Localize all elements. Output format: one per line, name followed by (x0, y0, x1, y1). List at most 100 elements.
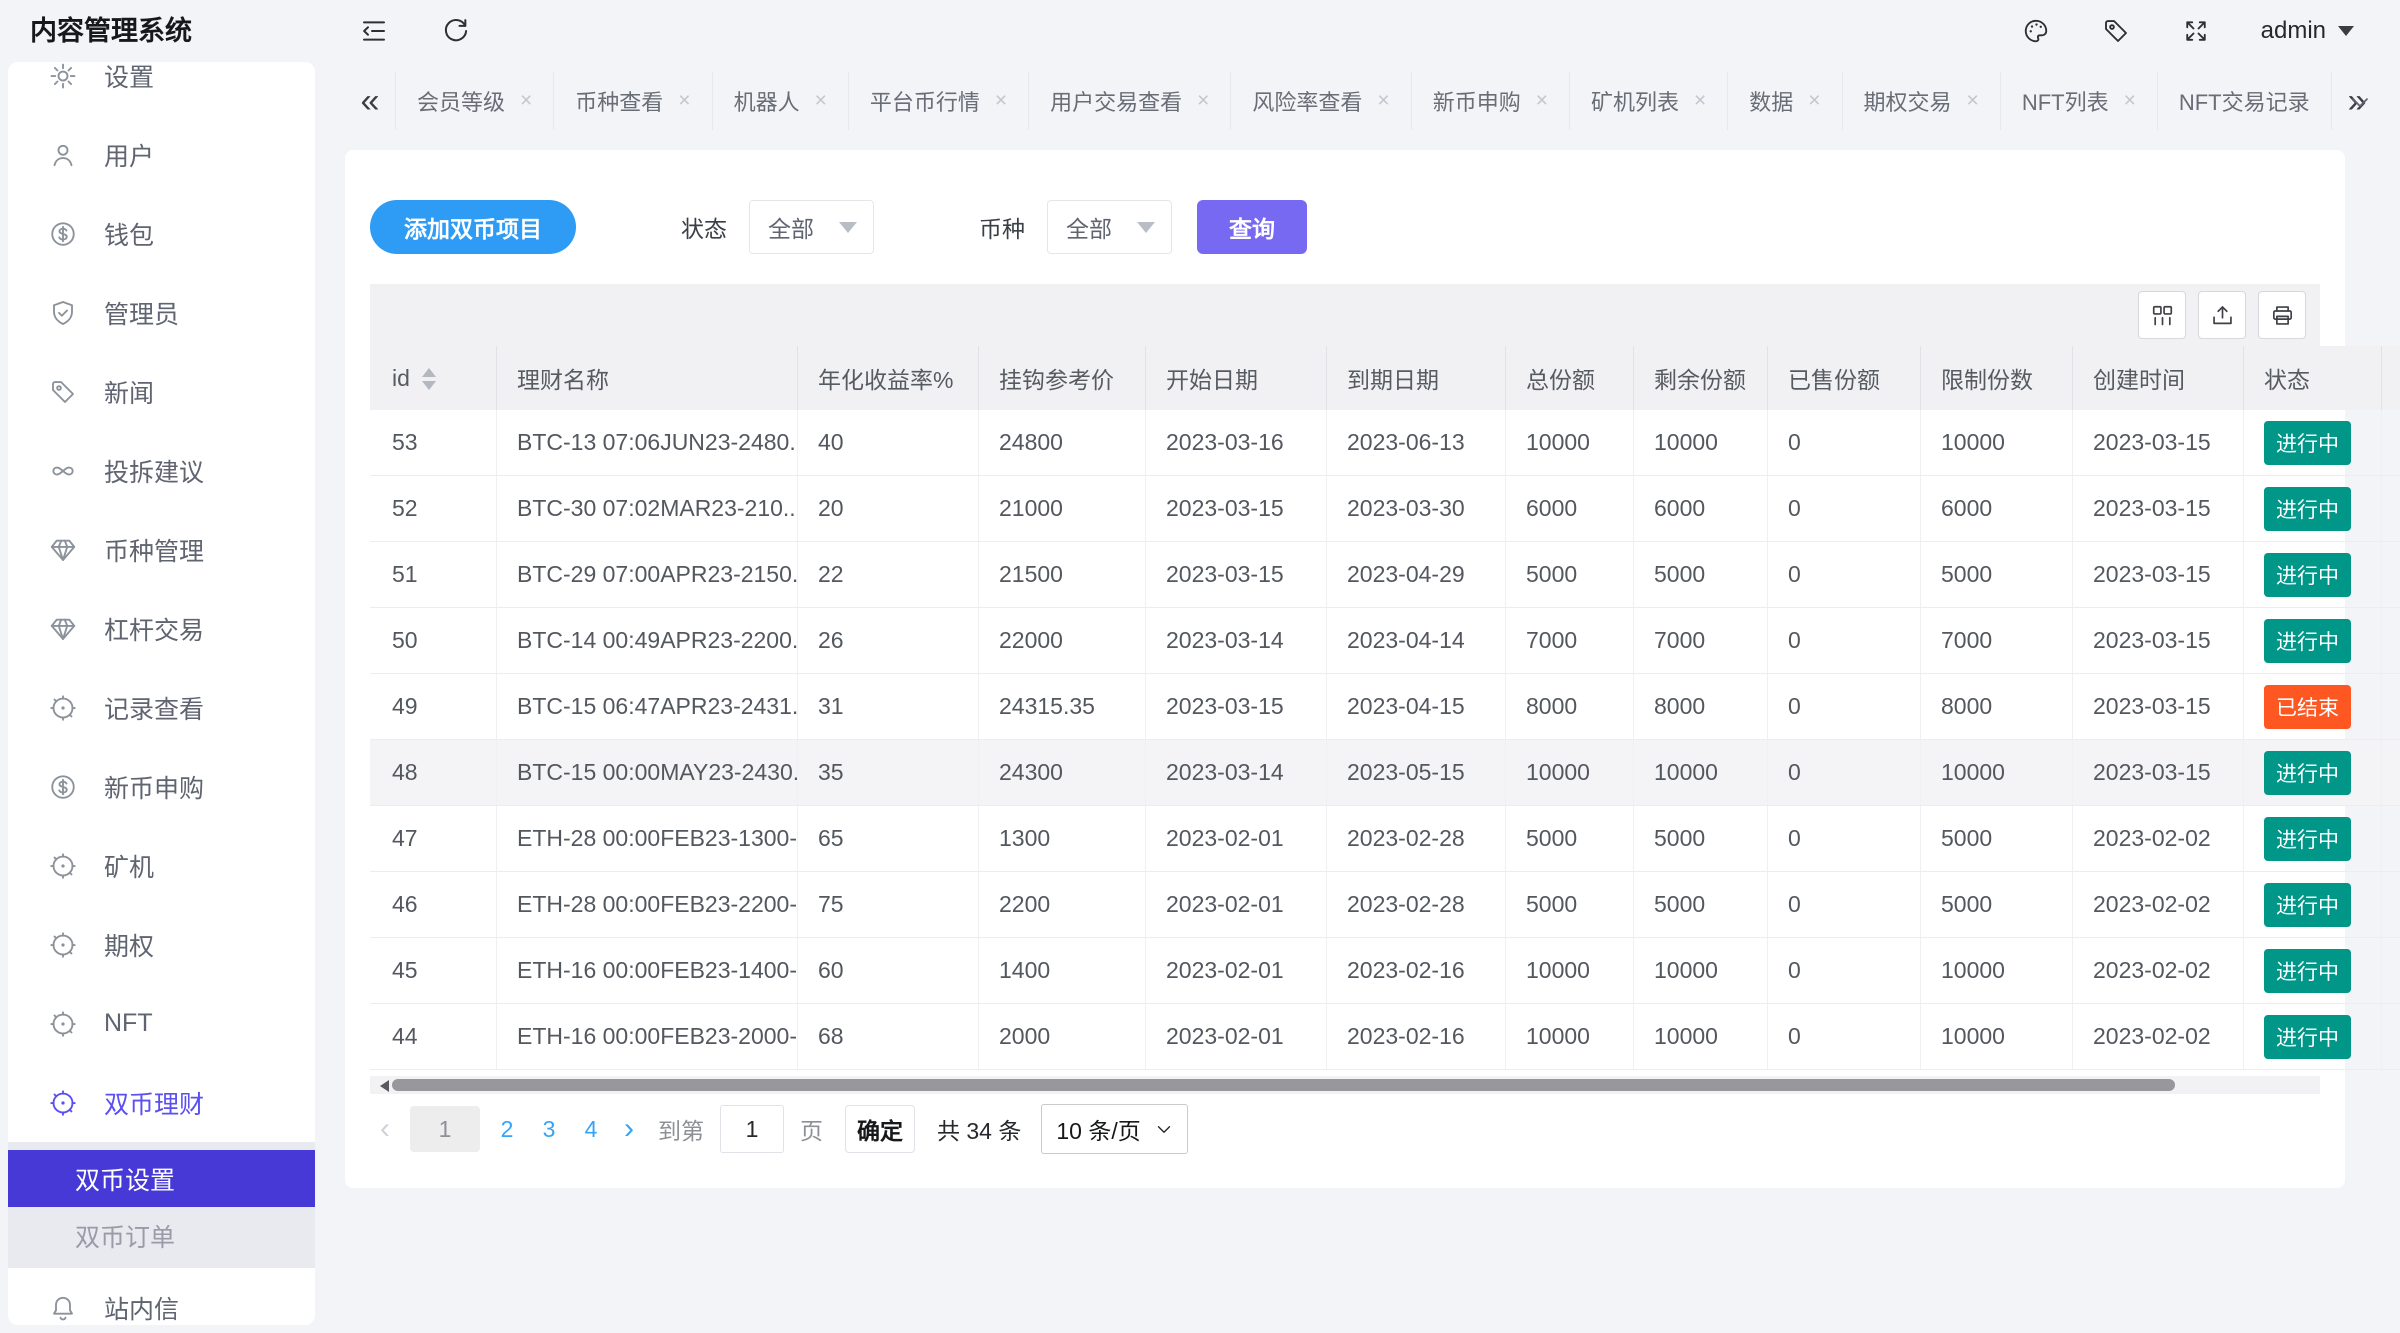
tabs-menu-chevron-icon[interactable] (2346, 88, 2374, 116)
close-icon[interactable]: × (1694, 89, 1706, 113)
page: 内容管理系统 admin 设置用户钱包管理员新闻投拆建议币种管理杠杆交易记录查看… (0, 0, 2400, 1333)
close-icon[interactable]: × (995, 89, 1007, 113)
sidebar-item-投拆建议[interactable]: 投拆建议 (8, 431, 315, 510)
tab[interactable]: 机器人× (713, 72, 849, 130)
sidebar-item-钱包[interactable]: 钱包 (8, 194, 315, 273)
coin-select[interactable]: 全部 (1047, 200, 1172, 254)
sidebar-item-设置[interactable]: 设置 (8, 62, 315, 115)
tag-icon (48, 377, 78, 407)
sidebar-item-用户[interactable]: 用户 (8, 115, 315, 194)
tab[interactable]: 风险率查看× (1231, 72, 1411, 130)
fullscreen-icon[interactable] (2181, 16, 2211, 46)
sidebar-item-双币理财[interactable]: 双币理财 (8, 1063, 315, 1142)
sidebar-item-期权[interactable]: 期权 (8, 905, 315, 984)
cell-end: 2023-04-15 (1327, 674, 1506, 740)
close-icon[interactable]: × (815, 89, 827, 113)
tabs-scroll-left-icon[interactable]: « (345, 82, 395, 121)
tab-label: 数据 (1749, 85, 1793, 117)
export-icon[interactable] (2198, 291, 2246, 339)
prev-page-icon[interactable]: ‹ (380, 1112, 390, 1146)
cell-limit: 10000 (1921, 410, 2073, 476)
tab[interactable]: 币种查看× (554, 72, 712, 130)
column-label: 到期日期 (1347, 367, 1439, 393)
tab[interactable]: 用户交易查看× (1029, 72, 1231, 130)
cell-limit: 5000 (1921, 542, 2073, 608)
page-link[interactable]: 2 (486, 1106, 528, 1152)
cell-ref_price: 1400 (979, 938, 1146, 1004)
page-link[interactable]: 3 (528, 1106, 570, 1152)
next-page-icon[interactable]: › (624, 1112, 634, 1146)
tag-icon[interactable] (2101, 16, 2131, 46)
cell-name: ETH-16 00:00FEB23-2000-C (497, 1004, 798, 1070)
page-size-select[interactable]: 10 条/页 (1041, 1104, 1187, 1154)
tab[interactable]: 新币申购× (1412, 72, 1570, 130)
sidebar-item-币种管理[interactable]: 币种管理 (8, 510, 315, 589)
sidebar-item-矿机[interactable]: 矿机 (8, 826, 315, 905)
tab[interactable]: 会员等级× (395, 72, 554, 130)
close-icon[interactable]: × (1808, 89, 1820, 113)
close-icon[interactable]: × (2124, 89, 2136, 113)
sidebar-item-杠杆交易[interactable]: 杠杆交易 (8, 589, 315, 668)
tab[interactable]: NFT交易记录 (2158, 72, 2332, 130)
close-icon[interactable]: × (678, 89, 690, 113)
caret-down-icon (839, 222, 857, 242)
cell-sold: 0 (1768, 740, 1921, 806)
collapse-sidebar-icon[interactable] (358, 15, 390, 47)
goto-page-input[interactable] (720, 1105, 784, 1153)
add-dual-project-button[interactable]: 添加双币项目 (370, 200, 576, 254)
cell-remaining: 7000 (1634, 608, 1768, 674)
close-icon[interactable]: × (1536, 89, 1548, 113)
sidebar-item-新闻[interactable]: 新闻 (8, 352, 315, 431)
theme-palette-icon[interactable] (2021, 16, 2051, 46)
print-icon[interactable] (2258, 291, 2306, 339)
current-page[interactable]: 1 (410, 1106, 480, 1152)
cell-start: 2023-02-01 (1146, 1004, 1327, 1070)
cell-status: 进行中 (2244, 608, 2382, 674)
sidebar-subitem-双币订单[interactable]: 双币订单 (8, 1207, 315, 1264)
cell-status: 进行中 (2244, 806, 2382, 872)
close-icon[interactable]: × (1967, 89, 1979, 113)
sidebar-subitem-双币设置[interactable]: 双币设置 (8, 1150, 315, 1207)
close-icon[interactable]: × (1377, 89, 1389, 113)
cell-rate: 60 (798, 938, 979, 1004)
tab[interactable]: 平台币行情× (849, 72, 1029, 130)
user-menu[interactable]: admin (2261, 17, 2354, 45)
cell-total: 8000 (1506, 674, 1634, 740)
user-name: admin (2261, 17, 2326, 45)
status-select[interactable]: 全部 (749, 200, 874, 254)
cell-ref_price: 2000 (979, 1004, 1146, 1070)
cell-remaining: 5000 (1634, 872, 1768, 938)
cell-remaining: 10000 (1634, 740, 1768, 806)
sidebar-item-NFT[interactable]: NFT (8, 984, 315, 1063)
scrollbar-thumb[interactable] (392, 1079, 2175, 1091)
sort-icon[interactable] (422, 368, 436, 390)
refresh-icon[interactable] (440, 15, 472, 47)
cell-rate: 68 (798, 1004, 979, 1070)
scroll-left-arrow-icon[interactable] (374, 1080, 389, 1092)
cell-ref_price: 21000 (979, 476, 1146, 542)
horizontal-scrollbar[interactable] (370, 1076, 2320, 1094)
cell-created: 2023-02-02 (2073, 872, 2244, 938)
tab[interactable]: NFT列表× (2001, 72, 2158, 130)
tab[interactable]: 数据 × (1728, 72, 1842, 130)
column-filter-icon[interactable] (2138, 291, 2186, 339)
sidebar-item-管理员[interactable]: 管理员 (8, 273, 315, 352)
tab[interactable]: 矿机列表× (1570, 72, 1728, 130)
page-link[interactable]: 4 (570, 1106, 612, 1152)
cell-type: put (2382, 806, 2400, 872)
search-button[interactable]: 查询 (1197, 200, 1307, 254)
status-badge: 进行中 (2264, 949, 2351, 993)
goto-label: 到第 (658, 1112, 704, 1146)
close-icon[interactable]: × (1197, 89, 1209, 113)
tab[interactable]: 期权交易× (1843, 72, 2001, 130)
column-header-id[interactable]: id (370, 346, 497, 410)
confirm-page-button[interactable]: 确定 (845, 1105, 915, 1153)
sidebar-item-新币申购[interactable]: 新币申购 (8, 747, 315, 826)
status-badge: 进行中 (2264, 421, 2351, 465)
close-icon[interactable]: × (520, 89, 532, 113)
cell-remaining: 10000 (1634, 938, 1768, 1004)
cell-total: 6000 (1506, 476, 1634, 542)
coin-icon (48, 772, 78, 802)
sidebar-item-站内信[interactable]: 站内信 (8, 1268, 315, 1325)
sidebar-item-记录查看[interactable]: 记录查看 (8, 668, 315, 747)
